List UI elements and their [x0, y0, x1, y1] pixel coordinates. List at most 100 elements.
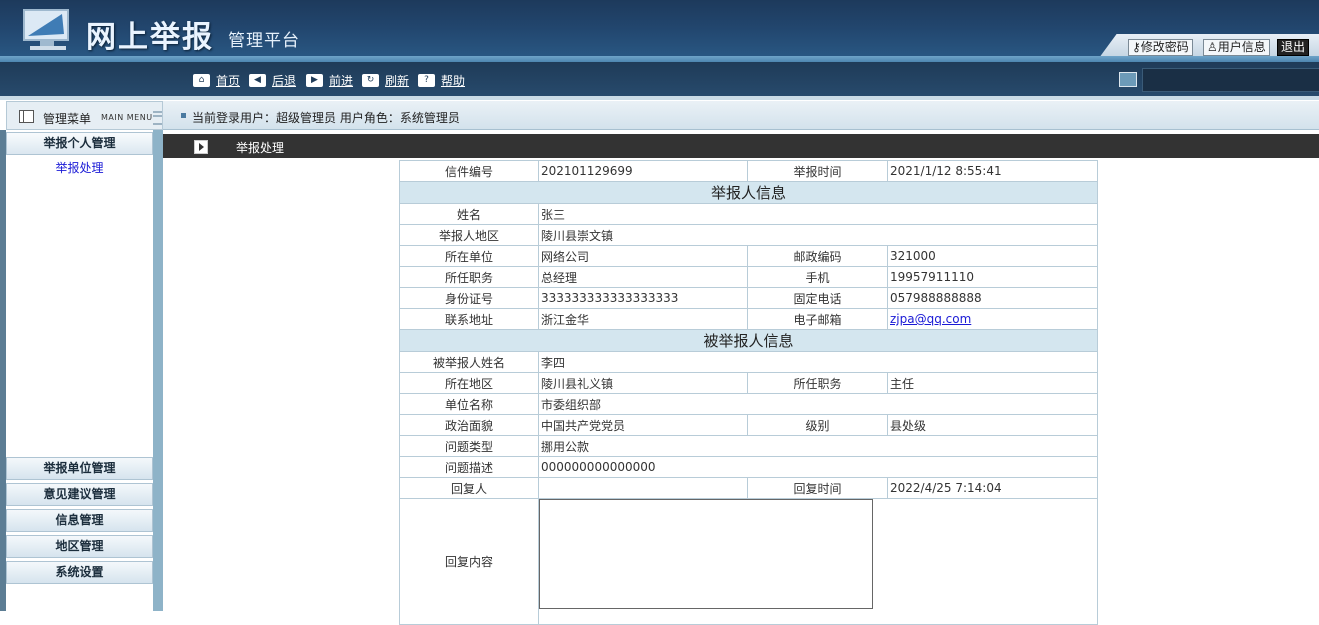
menu-panel-icon	[19, 110, 34, 123]
sidebar-group-region[interactable]: 地区管理	[6, 535, 153, 558]
report-detail-table: 信件编号 202101129699 举报时间 2021/1/12 8:55:41…	[399, 160, 1098, 625]
table-row: 问题描述 000000000000000	[399, 456, 1098, 478]
accused-region-value: 陵川县礼义镇	[538, 372, 748, 394]
refresh-icon: ↻	[362, 73, 379, 87]
sidebar-title: 管理菜单	[43, 112, 92, 126]
change-password-button[interactable]: ⚷修改密码	[1128, 39, 1193, 56]
postcode-label: 邮政编码	[747, 245, 888, 267]
phone-value: 057988888888	[887, 287, 1098, 309]
header-divider	[0, 96, 1319, 100]
nav-refresh[interactable]: ↻ 刷新	[362, 72, 409, 88]
arrow-right-icon: ▶	[306, 73, 323, 87]
accused-unit-value: 市委组织部	[538, 393, 1098, 415]
reply-time-label: 回复时间	[747, 477, 888, 499]
nav-forward[interactable]: ▶ 前进	[306, 72, 353, 88]
accused-region-label: 所在地区	[399, 372, 539, 394]
idcard-value: 333333333333333333	[538, 287, 748, 309]
issue-type-label: 问题类型	[399, 435, 539, 457]
logout-button[interactable]: 退出	[1277, 39, 1310, 56]
mobile-label: 手机	[747, 266, 888, 288]
region-label: 举报人地区	[399, 224, 539, 246]
letter-no-label: 信件编号	[399, 160, 539, 182]
user-info-button[interactable]: ♙用户信息	[1203, 39, 1270, 56]
sidebar-group-unit-report[interactable]: 举报单位管理	[6, 457, 153, 480]
address-value: 浙江金华	[538, 308, 748, 330]
accused-position-value: 主任	[887, 372, 1098, 394]
report-time-label: 举报时间	[747, 160, 888, 182]
sidebar-group-info[interactable]: 信息管理	[6, 509, 153, 532]
table-row: 回复内容	[399, 498, 1098, 625]
key-icon: ⚷	[1132, 40, 1141, 54]
nav-help-label: 帮助	[441, 73, 466, 88]
collapse-menu-icon[interactable]	[153, 111, 162, 125]
unit-label: 所在单位	[399, 245, 539, 267]
mobile-value: 19957911110	[887, 266, 1098, 288]
email-link[interactable]: zjpa@qq.com	[890, 312, 971, 326]
nav-help[interactable]: ? 帮助	[418, 72, 465, 88]
region-value: 陵川县崇文镇	[538, 224, 1098, 246]
table-row: 身份证号 333333333333333333 固定电话 05798888888…	[399, 287, 1098, 309]
report-time-value: 2021/1/12 8:55:41	[887, 160, 1098, 182]
sidebar-frame-right	[153, 130, 163, 611]
level-label: 级别	[747, 414, 888, 436]
nav-back[interactable]: ◀ 后退	[249, 72, 296, 88]
sidebar-title-en: MAIN MENU	[101, 113, 153, 122]
reply-time-value: 2022/4/25 7:14:04	[887, 477, 1098, 499]
login-status-bar: 当前登录用户：超级管理员 用户角色：系统管理员	[163, 101, 1319, 130]
email-cell: zjpa@qq.com	[887, 308, 1098, 330]
arrow-left-icon: ◀	[249, 73, 266, 87]
accused-name-value: 李四	[538, 351, 1098, 373]
address-label: 联系地址	[399, 308, 539, 330]
sidebar-item-report-handling[interactable]: 举报处理	[6, 159, 153, 176]
app-logo-title: 网上举报	[86, 20, 214, 55]
nav-refresh-label: 刷新	[385, 73, 410, 88]
table-row: 联系地址 浙江金华 电子邮箱 zjpa@qq.com	[399, 308, 1098, 330]
political-value: 中国共产党党员	[538, 414, 748, 436]
sidebar-header: 管理菜单 MAIN MENU	[6, 101, 163, 130]
accused-section-title: 被举报人信息	[399, 329, 1098, 352]
letter-no-value: 202101129699	[538, 160, 748, 182]
play-icon	[194, 140, 208, 154]
sidebar: 举报个人管理 举报处理 举报单位管理 意见建议管理 信息管理 地区管理 系统设置	[0, 130, 163, 611]
nav-info-field	[1142, 68, 1319, 92]
table-row: 所任职务 总经理 手机 19957911110	[399, 266, 1098, 288]
issue-desc-label: 问题描述	[399, 456, 539, 478]
nav-home[interactable]: ⌂ 首页	[193, 72, 240, 88]
name-value: 张三	[538, 203, 1098, 225]
email-label: 电子邮箱	[747, 308, 888, 330]
name-label: 姓名	[399, 203, 539, 225]
monitor-logo-icon	[23, 9, 69, 50]
home-icon: ⌂	[193, 73, 210, 87]
reply-content-label: 回复内容	[399, 498, 539, 625]
reply-content-cell	[538, 498, 1098, 625]
content-title: 举报处理	[236, 141, 285, 155]
reply-content-textarea[interactable]	[539, 499, 873, 609]
content-title-bar: 举报处理	[163, 134, 1319, 158]
table-row: 举报人地区 陵川县崇文镇	[399, 224, 1098, 246]
table-row: 被举报人姓名 李四	[399, 351, 1098, 373]
issue-type-value: 挪用公款	[538, 435, 1098, 457]
idcard-label: 身份证号	[399, 287, 539, 309]
nav-forward-label: 前进	[329, 73, 354, 88]
accused-position-label: 所任职务	[747, 372, 888, 394]
nav-back-label: 后退	[272, 73, 297, 88]
table-row: 姓名 张三	[399, 203, 1098, 225]
position-label: 所任职务	[399, 266, 539, 288]
political-label: 政治面貌	[399, 414, 539, 436]
display-icon[interactable]	[1119, 72, 1137, 87]
replier-label: 回复人	[399, 477, 539, 499]
app-logo-subtitle: 管理平台	[228, 31, 300, 51]
accused-name-label: 被举报人姓名	[399, 351, 539, 373]
table-row: 问题类型 挪用公款	[399, 435, 1098, 457]
phone-label: 固定电话	[747, 287, 888, 309]
table-row: 所在地区 陵川县礼义镇 所任职务 主任	[399, 372, 1098, 394]
table-row: 举报人信息	[399, 181, 1098, 204]
help-icon: ?	[418, 73, 435, 87]
table-row: 单位名称 市委组织部	[399, 393, 1098, 415]
table-row: 所在单位 网络公司 邮政编码 321000	[399, 245, 1098, 267]
sidebar-group-personal-report[interactable]: 举报个人管理	[6, 132, 153, 155]
table-row: 信件编号 202101129699 举报时间 2021/1/12 8:55:41	[399, 160, 1098, 182]
sidebar-group-settings[interactable]: 系统设置	[6, 561, 153, 584]
reporter-section-title: 举报人信息	[399, 181, 1098, 204]
sidebar-group-suggestions[interactable]: 意见建议管理	[6, 483, 153, 506]
